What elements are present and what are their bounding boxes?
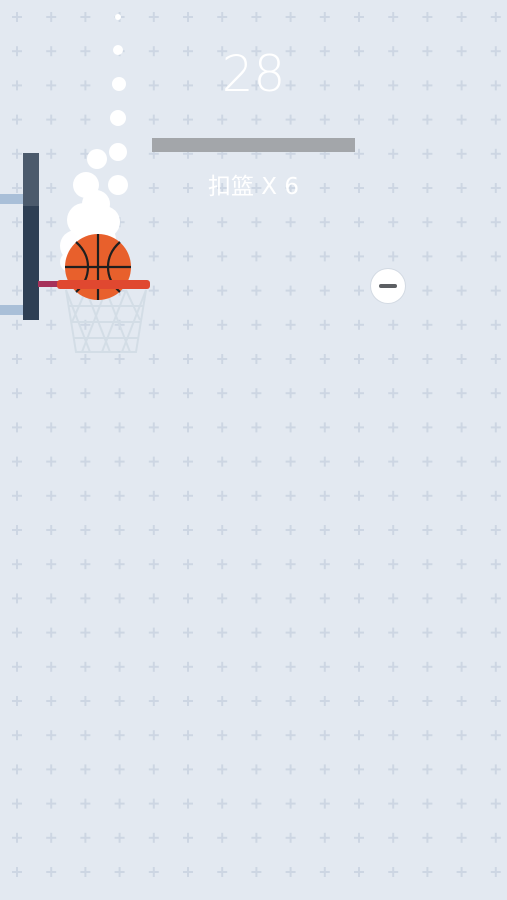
game-canvas[interactable]: 28 扣篮 X 6 [0,0,507,900]
hoop-net [65,289,147,353]
court-scene [0,14,150,353]
score-display: 28 [221,45,286,103]
minus-button[interactable] [371,269,405,303]
rim-connector [38,281,58,287]
combo-label: 扣篮 X 6 [207,174,299,200]
minus-icon [379,284,397,288]
combo-progress-bar [152,138,355,152]
hoop-rim [57,280,150,289]
wall-mark-bottom [0,305,24,315]
basketball-icon [65,234,131,300]
